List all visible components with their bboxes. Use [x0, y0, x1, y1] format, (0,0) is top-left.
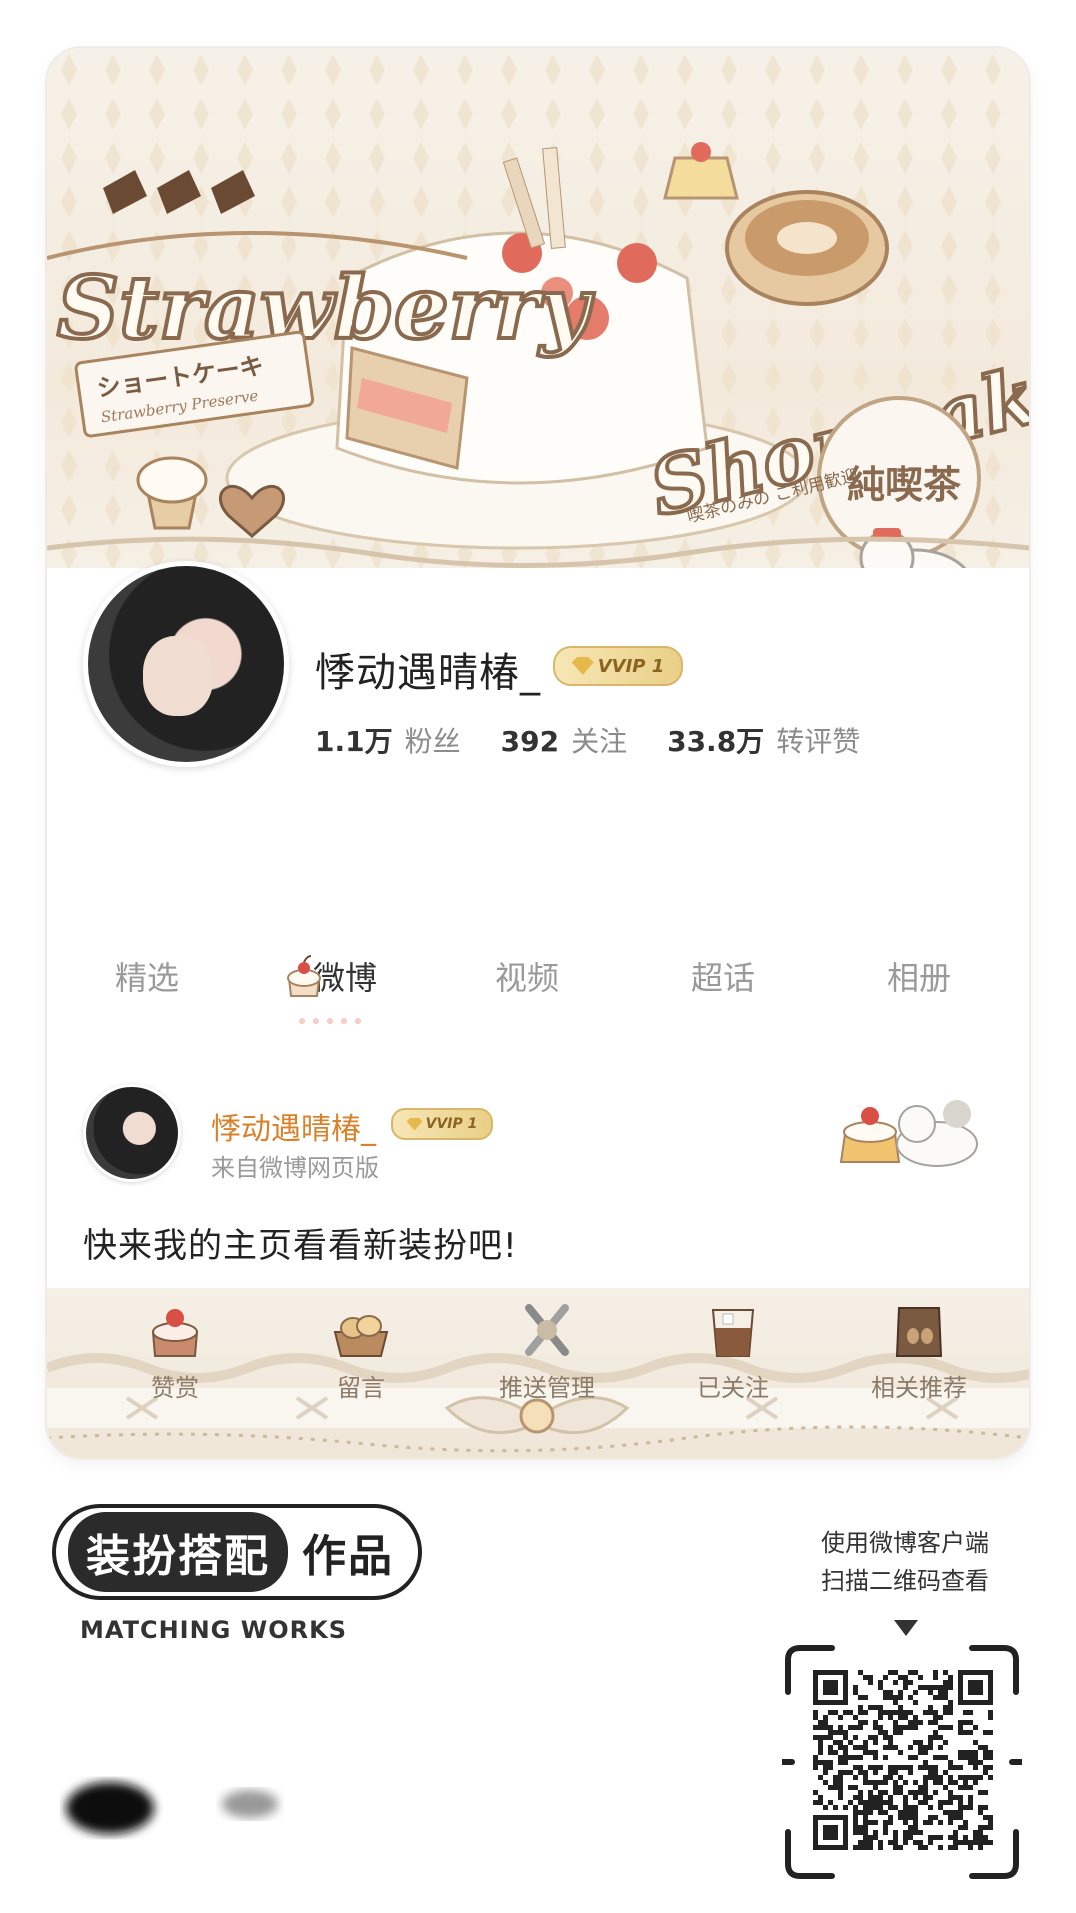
- profile-avatar[interactable]: [83, 561, 289, 767]
- pudding-cat-decoration: [839, 1100, 978, 1167]
- cake-icon: [287, 955, 321, 997]
- works-english-label: MATCHING WORKS: [80, 1616, 347, 1644]
- tab-video[interactable]: 视频: [447, 948, 607, 1008]
- stat-label: 转评赞: [776, 725, 861, 758]
- active-tab-indicator: [295, 1014, 365, 1028]
- reward-label: 赞赏: [151, 1374, 199, 1402]
- stat-interactions[interactable]: 33.8万 转评赞: [667, 720, 860, 760]
- qr-tip-line2: 扫描二维码查看: [821, 1567, 989, 1595]
- following-button[interactable]: 已关注: [663, 1298, 803, 1403]
- recommend-button[interactable]: 相关推荐: [849, 1298, 989, 1403]
- stat-value: 33.8万: [667, 725, 765, 758]
- works-tail: 作品: [302, 1531, 394, 1582]
- push-settings-label: 推送管理: [499, 1374, 595, 1402]
- reward-button[interactable]: 赞赏: [105, 1298, 245, 1403]
- post-source: 来自微博网页版: [211, 1154, 379, 1182]
- stat-value: 1.1万: [315, 725, 393, 758]
- diamond-icon: [571, 657, 594, 675]
- profile-card: Strawberry Shortcake ショートケーキ Strawberry …: [47, 48, 1029, 1458]
- stat-following[interactable]: 392 关注: [501, 720, 627, 760]
- profile-tabs: 精选 微博 视频 超话 相册: [47, 948, 1029, 1028]
- profile-stats: 1.1万 粉丝 392 关注 33.8万 转评赞: [315, 720, 860, 760]
- matching-works-logo: 装扮搭配 作品: [52, 1504, 422, 1600]
- comment-label: 留言: [337, 1374, 385, 1402]
- post-text[interactable]: 快来我的主页看看新装扮吧!: [83, 1218, 518, 1267]
- push-settings-button[interactable]: 推送管理: [477, 1298, 617, 1403]
- bread-basket-icon: [333, 1315, 389, 1357]
- post-vvip-badge[interactable]: VVIP 1: [391, 1108, 493, 1140]
- blurred-signature: [66, 1782, 278, 1834]
- post-vvip-label: VVIP 1: [425, 1116, 478, 1132]
- stat-value: 392: [500, 725, 560, 758]
- qr-code[interactable]: [813, 1670, 993, 1850]
- stat-label: 关注: [571, 725, 628, 758]
- utensils-icon: [525, 1304, 569, 1356]
- tab-weibo[interactable]: 微博: [247, 948, 407, 1008]
- post-action-bar: 赞赏 留言 推送管理 已关注 相关推荐: [47, 1288, 1029, 1458]
- post-author-avatar[interactable]: [83, 1084, 181, 1182]
- comment-button[interactable]: 留言: [291, 1298, 431, 1403]
- strawberry-cake-icon: [151, 1309, 199, 1357]
- vvip-badge-label: VVIP 1: [597, 655, 665, 677]
- tab-super-topic[interactable]: 超话: [643, 948, 803, 1008]
- banner-cafe-badge: 純喫茶: [847, 463, 962, 507]
- coffee-bag-icon: [895, 1307, 943, 1357]
- tab-featured[interactable]: 精选: [67, 948, 227, 1008]
- diamond-icon: [406, 1117, 423, 1131]
- stat-followers[interactable]: 1.1万 粉丝: [315, 720, 461, 760]
- post-author-name[interactable]: 悸动遇晴椿_: [211, 1104, 376, 1148]
- tab-album[interactable]: 相册: [839, 948, 999, 1008]
- recommend-label: 相关推荐: [871, 1374, 967, 1402]
- arrow-down-icon: [894, 1620, 918, 1636]
- profile-name[interactable]: 悸动遇晴椿_: [315, 640, 541, 698]
- stat-label: 粉丝: [404, 725, 461, 758]
- vvip-badge[interactable]: VVIP 1: [553, 646, 683, 686]
- qr-instructions: 使用微博客户端 扫描二维码查看: [780, 1524, 1030, 1600]
- works-pill: 装扮搭配: [68, 1512, 288, 1592]
- qr-tip-line1: 使用微博客户端: [821, 1529, 989, 1557]
- banner-title-left: Strawberry: [57, 258, 594, 359]
- iced-coffee-icon: [711, 1309, 755, 1357]
- following-label: 已关注: [697, 1374, 769, 1402]
